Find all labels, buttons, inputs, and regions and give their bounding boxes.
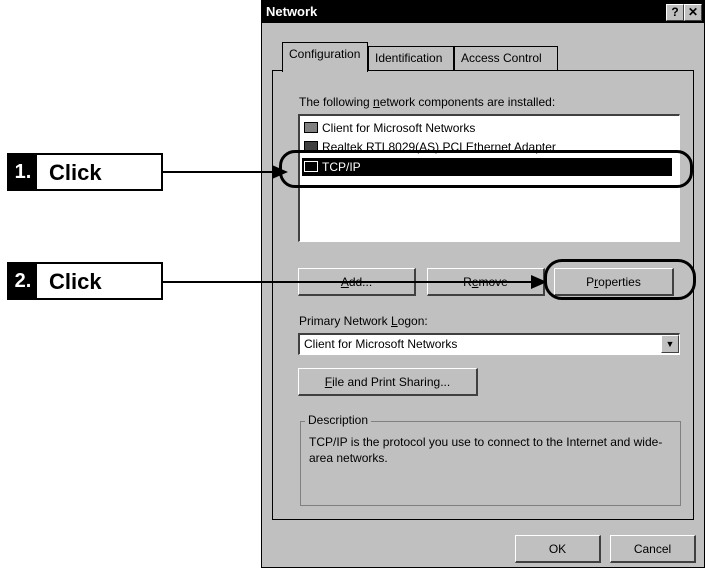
callout-step-2: 2. Click: [7, 262, 163, 300]
logon-label: Primary Network Logon:: [299, 314, 428, 328]
description-group: Description TCP/IP is the protocol you u…: [300, 413, 681, 506]
step-text: Click: [49, 269, 102, 294]
close-button[interactable]: ✕: [684, 4, 702, 21]
callout-2-line: [163, 281, 537, 283]
callout-1-line: [163, 171, 275, 173]
client-icon: [304, 122, 318, 133]
step-text: Click: [49, 160, 102, 185]
description-legend: Description: [305, 413, 372, 427]
window-title: Network: [266, 4, 318, 19]
callout-step-1: 1. Click: [7, 153, 163, 191]
title-bar: Network ? ✕: [262, 1, 704, 23]
highlight-oval-properties: [544, 259, 696, 300]
logon-select[interactable]: Client for Microsoft Networks ▼: [298, 333, 680, 355]
description-text: TCP/IP is the protocol you use to connec…: [309, 435, 663, 465]
file-print-sharing-button[interactable]: File and Print Sharing...: [298, 368, 478, 396]
tab-configuration[interactable]: Configuration: [282, 42, 368, 72]
step-number: 2.: [9, 264, 37, 298]
tab-identification[interactable]: Identification: [368, 46, 454, 70]
ok-button[interactable]: OK: [515, 535, 601, 563]
list-item-client[interactable]: Client for Microsoft Networks: [302, 119, 672, 137]
step-number: 1.: [9, 155, 37, 189]
logon-value: Client for Microsoft Networks: [304, 337, 458, 351]
chevron-down-icon[interactable]: ▼: [661, 335, 679, 353]
components-heading: The following network components are ins…: [299, 95, 556, 109]
help-button[interactable]: ?: [666, 4, 684, 21]
highlight-oval-tcpip: [279, 150, 693, 188]
tab-access-control[interactable]: Access Control: [454, 46, 558, 70]
cancel-button[interactable]: Cancel: [610, 535, 696, 563]
